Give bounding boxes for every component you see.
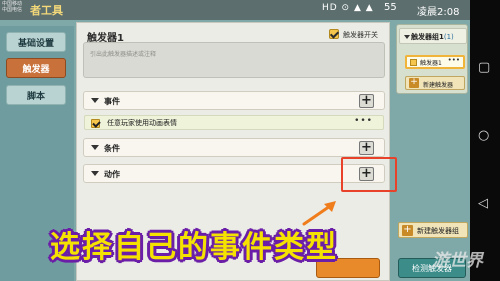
chevron-down-icon [91,171,99,176]
section-events-label: 事件 [104,97,120,106]
event-item[interactable]: 任意玩家使用动画表情 ••• [84,115,384,130]
new-trigger-group-button[interactable]: + 新建触发器组 [398,222,468,238]
recent-apps-icon[interactable]: ▢ [478,60,490,75]
signal-icons: HD ⊙ ▲ ▲ [322,3,374,13]
nav-tab-basic-settings[interactable]: 基础设置 [6,32,66,52]
chevron-down-icon [404,35,410,39]
carrier-line-2: 中国电信 [2,7,23,13]
trigger-item-checkbox[interactable] [410,59,417,66]
trigger-group-name: 触发器组1 [411,33,444,41]
event-item-checkbox[interactable] [91,119,100,128]
new-trigger-button[interactable]: + 新建触发器 [405,76,465,90]
trigger-switch-checkbox[interactable] [329,29,339,39]
trigger-group-header[interactable]: 触发器组1(1) [399,28,467,44]
event-item-more-button[interactable]: ••• [354,116,373,126]
section-conditions[interactable]: 条件 + [83,138,385,157]
plus-icon: + [409,77,419,88]
highlight-box [341,157,397,192]
clock: 凌晨2:08 [417,7,460,18]
carrier-info: 中国移动 中国电信 [2,1,22,13]
plus-icon: + [402,224,413,236]
nav-tab-triggers[interactable]: 触发器 [6,58,66,78]
trigger-group-count: (1) [443,33,454,41]
chevron-down-icon [91,98,99,103]
back-icon[interactable]: ◁ [478,196,488,211]
new-trigger-label: 新建触发器 [423,82,454,89]
watermark-logo: 游世界 [432,251,483,271]
trigger-item-more-button[interactable]: ••• [448,56,460,64]
event-item-label: 任意玩家使用动画表情 [107,119,177,127]
section-events[interactable]: 事件 + [83,91,385,110]
status-bar: 中国移动 中国电信 者工具 HD ⊙ ▲ ▲ 55 凌晨2:08 [0,0,500,20]
description-input[interactable]: 引出此触发器描述或注释 [83,42,385,78]
section-actions-label: 动作 [104,170,120,179]
add-condition-button[interactable]: + [359,141,374,155]
chevron-down-icon [91,145,99,150]
home-icon[interactable]: ○ [478,128,489,143]
battery-icon: 55 [384,2,397,13]
trigger-switch-label: 触发器开关 [343,31,378,39]
trigger-group-panel: 触发器组1(1) 触发器1 ••• + 新建触发器 [396,24,468,94]
trigger-list-item[interactable]: 触发器1 ••• [405,55,465,69]
description-placeholder: 引出此触发器描述或注释 [90,51,157,58]
tutorial-caption: 选择自己的事件类型 [50,230,338,265]
new-trigger-group-label: 新建触发器组 [417,227,459,235]
add-event-button[interactable]: + [359,94,374,108]
trigger-item-label: 触发器1 [420,60,442,67]
app-title: 者工具 [30,4,63,17]
section-actions[interactable]: 动作 + [83,164,385,183]
section-conditions-label: 条件 [104,144,120,153]
trigger-group-label: 触发器组1(1) [411,32,454,42]
nav-tab-scripts[interactable]: 脚本 [6,85,66,105]
android-nav-bar: ▢ ○ ◁ [470,0,500,281]
